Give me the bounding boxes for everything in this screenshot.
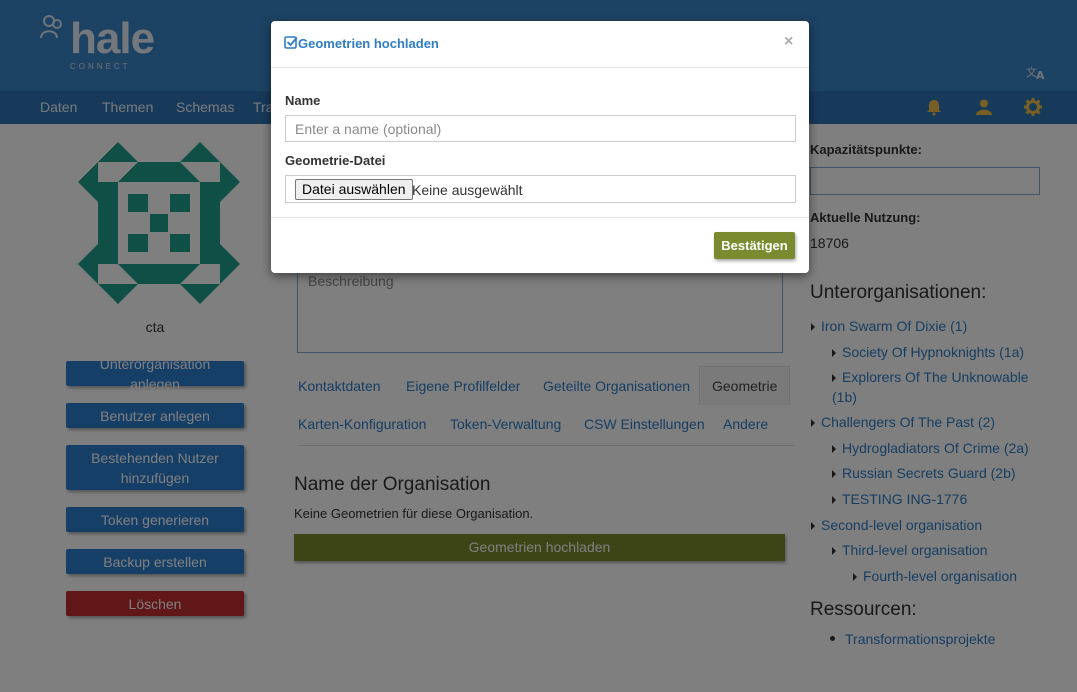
name-input[interactable]: [285, 115, 796, 142]
confirm-button[interactable]: Bestätigen: [714, 232, 795, 259]
upload-geometries-dialog: Geometrien hochladen × Name Geometrie-Da…: [271, 21, 809, 273]
close-icon[interactable]: ×: [784, 33, 793, 51]
modal-header: Geometrien hochladen ×: [271, 21, 809, 68]
geometry-file-input[interactable]: Datei auswählen Keine ausgewählt: [285, 175, 796, 203]
checkbox-checked-icon: [284, 36, 298, 49]
modal-footer-divider: [271, 217, 809, 218]
name-label: Name: [285, 93, 321, 108]
choose-file-button[interactable]: Datei auswählen: [295, 179, 413, 200]
modal-title: Geometrien hochladen: [298, 36, 439, 51]
geometry-file-label: Geometrie-Datei: [285, 153, 386, 168]
file-status: Keine ausgewählt: [412, 182, 523, 198]
